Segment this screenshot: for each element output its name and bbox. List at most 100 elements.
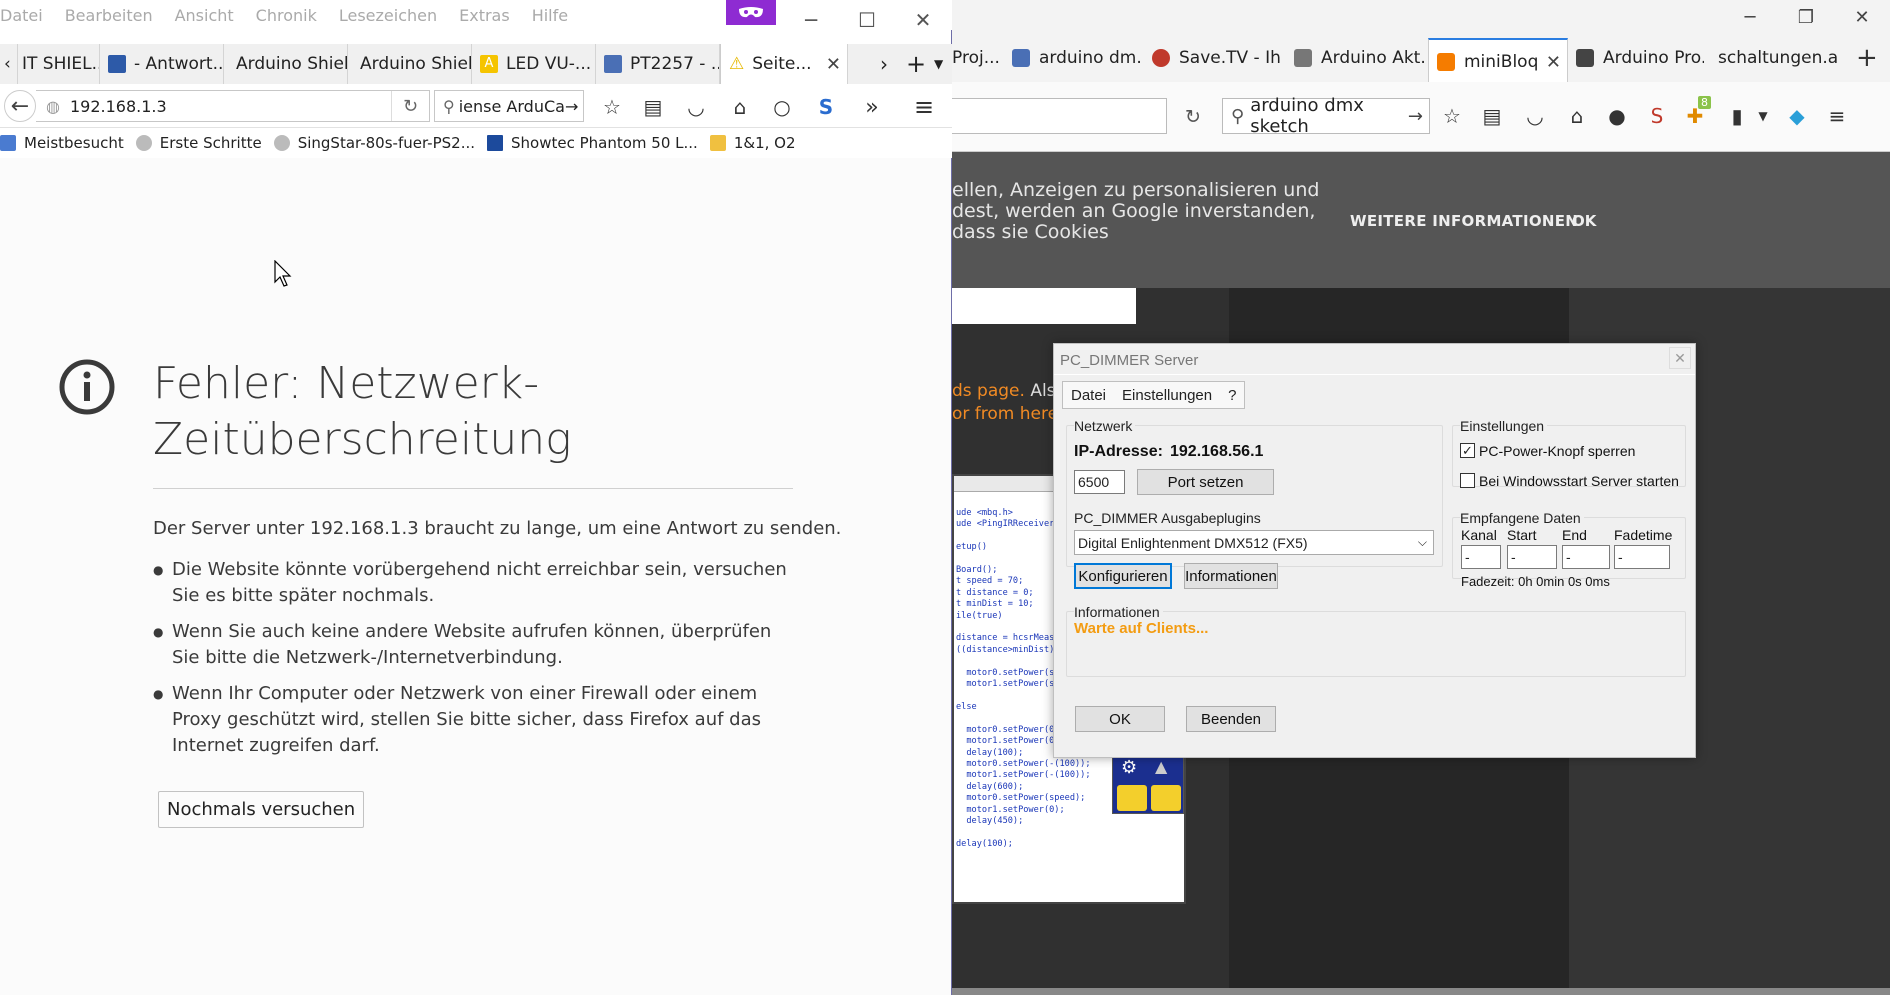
- menu-bearbeiten[interactable]: Bearbeiten: [65, 6, 153, 25]
- reload-icon[interactable]: ↻: [1178, 102, 1208, 132]
- reader-icon[interactable]: ▤: [1477, 100, 1507, 132]
- menu-datei[interactable]: Datei: [0, 6, 43, 25]
- bookmark-1und1[interactable]: 1&1, O2: [709, 134, 796, 152]
- globe-icon: [135, 135, 152, 151]
- minimize-icon[interactable]: ─: [783, 0, 839, 40]
- scroll-tabs-left-icon[interactable]: ‹: [0, 44, 18, 84]
- chat-icon[interactable]: ●: [1602, 100, 1632, 132]
- reader-list-icon[interactable]: ▤: [637, 92, 669, 122]
- menu-lesezeichen[interactable]: Lesezeichen: [339, 6, 437, 25]
- menu-einstellungen[interactable]: Einstellungen: [1114, 387, 1220, 404]
- home-icon[interactable]: ⌂: [724, 92, 756, 122]
- ix-icon: [604, 55, 622, 73]
- bg-tab-3[interactable]: Arduino Akt...: [1294, 42, 1426, 74]
- menu-extras[interactable]: Extras: [459, 6, 510, 25]
- tab-3[interactable]: Arduino Shiel...: [348, 44, 472, 84]
- retry-button[interactable]: Nochmals versuchen: [158, 791, 365, 828]
- menu-help[interactable]: ?: [1220, 387, 1244, 404]
- star-icon[interactable]: ☆: [596, 92, 628, 122]
- restore-icon[interactable]: ❐: [1778, 0, 1834, 34]
- downloads-link[interactable]: ds page.: [952, 381, 1025, 401]
- menu-datei[interactable]: Datei: [1063, 387, 1114, 404]
- bg-search-input[interactable]: ⚲ arduino dmx sketch →: [1222, 95, 1430, 137]
- bg-tab-0[interactable]: Proj...: [952, 42, 1000, 74]
- hamburger-menu-icon[interactable]: ≡: [908, 92, 940, 122]
- search-icon: ⚲: [443, 96, 455, 116]
- autostart-checkbox[interactable]: [1460, 473, 1475, 488]
- back-arrow-icon[interactable]: ←: [4, 90, 36, 122]
- list-item: Wenn Ihr Computer oder Netzwerk von eine…: [153, 681, 803, 759]
- information-button[interactable]: Informationen: [1184, 563, 1278, 589]
- bg-tab-2[interactable]: Save.TV - Ih...: [1152, 42, 1282, 74]
- new-tab-plus-icon[interactable]: +: [898, 44, 924, 84]
- dropdown-icon[interactable]: ▼: [1748, 100, 1778, 132]
- bg-tab-4-active[interactable]: miniBloq ✕: [1428, 38, 1568, 84]
- tab-2[interactable]: Arduino Shiel...: [224, 44, 348, 84]
- fadetime-field[interactable]: -: [1614, 545, 1670, 569]
- start-field[interactable]: -: [1507, 545, 1557, 569]
- power-button-lock-checkbox[interactable]: ✓: [1460, 443, 1475, 458]
- addon-s-icon[interactable]: S: [1642, 100, 1672, 132]
- plugins-label: PC_DIMMER Ausgabeplugins: [1074, 510, 1264, 526]
- maximize-icon[interactable]: ☐: [839, 0, 895, 40]
- scroll-tabs-right-icon[interactable]: ›: [872, 44, 898, 84]
- tab-5[interactable]: PT2257 - ...: [596, 44, 720, 84]
- star-icon[interactable]: ☆: [1437, 100, 1467, 132]
- addon-s-icon[interactable]: S: [810, 92, 842, 122]
- bg-url-bar[interactable]: [952, 98, 1167, 134]
- fadetime-value: -: [1618, 549, 1623, 565]
- bookmark-singstar[interactable]: SingStar-80s-fuer-PS2...: [273, 134, 475, 152]
- bg-new-tab-button[interactable]: +: [1856, 42, 1886, 74]
- addon-cloud-icon[interactable]: ◆: [1782, 100, 1812, 132]
- chat-bubble-icon[interactable]: ○: [766, 92, 798, 122]
- home-icon[interactable]: ⌂: [1562, 100, 1592, 132]
- close-icon[interactable]: ✕: [1834, 0, 1890, 34]
- url-bar[interactable]: ◍ 192.168.1.3 ↻: [36, 90, 430, 122]
- bg-search-value: arduino dmx sketch: [1250, 95, 1364, 137]
- minimize-icon[interactable]: ─: [1722, 0, 1778, 34]
- tab-6-active[interactable]: ⚠ Seite... ✕: [720, 44, 848, 84]
- tab-1[interactable]: - Antwort...: [100, 44, 224, 84]
- port-input[interactable]: 6500: [1074, 470, 1125, 494]
- bookmark-meistbesucht[interactable]: Meistbesucht: [0, 134, 124, 152]
- from-here-link[interactable]: from here.: [975, 404, 1064, 424]
- cookie-ok-button[interactable]: OK: [1572, 212, 1596, 230]
- received-data-label: Empfangene Daten: [1460, 510, 1584, 526]
- bookmark-showtec[interactable]: Showtec Phantom 50 L...: [487, 134, 698, 152]
- bg-tab-5[interactable]: Arduino Pro...: [1576, 42, 1704, 74]
- bg-tab-1[interactable]: arduino dm...: [1012, 42, 1142, 74]
- arrow-right-icon[interactable]: →: [565, 97, 578, 116]
- bg-tab-6[interactable]: schaltungen.at: [1718, 42, 1838, 74]
- menu-chronik[interactable]: Chronik: [256, 6, 317, 25]
- close-tab-icon[interactable]: ✕: [1546, 52, 1561, 73]
- close-icon[interactable]: ✕: [895, 0, 951, 40]
- set-port-button[interactable]: Port setzen: [1137, 469, 1274, 495]
- tab-label: Seite...: [752, 54, 812, 74]
- overflow-chevrons-icon[interactable]: »: [856, 92, 888, 122]
- close-icon[interactable]: ✕: [1669, 347, 1691, 369]
- reload-icon[interactable]: ↻: [391, 91, 429, 121]
- ok-button[interactable]: OK: [1075, 706, 1165, 732]
- kanal-field[interactable]: -: [1461, 545, 1501, 569]
- bookmark-erste-schritte[interactable]: Erste Schritte: [135, 134, 262, 152]
- end-field[interactable]: -: [1562, 545, 1610, 569]
- arrow-right-icon[interactable]: →: [1408, 106, 1423, 127]
- pocket-icon[interactable]: ◡: [1520, 100, 1550, 132]
- menu-hilfe[interactable]: Hilfe: [532, 6, 568, 25]
- search-input[interactable]: ⚲ iense ArduCa →: [434, 90, 584, 122]
- close-tab-icon[interactable]: ✕: [826, 54, 841, 75]
- configure-button[interactable]: Konfigurieren: [1074, 563, 1172, 589]
- ip-label: IP-Adresse:: [1074, 443, 1163, 460]
- tab-list-dropdown-icon[interactable]: ▼: [926, 44, 950, 84]
- tab-0[interactable]: IT SHIEL...: [18, 44, 100, 84]
- menu-ansicht[interactable]: Ansicht: [175, 6, 234, 25]
- quit-button[interactable]: Beenden: [1186, 706, 1276, 732]
- plugin-select[interactable]: Digital Enlightenment DMX512 (FX5) ⌵: [1074, 530, 1434, 555]
- tab-strip: ‹ IT SHIEL... - Antwort... Arduino Shiel…: [0, 44, 952, 84]
- pocket-icon[interactable]: ◡: [680, 92, 712, 122]
- addon-puzzle-icon[interactable]: ✚ 8: [1680, 96, 1711, 132]
- cookie-more-info-link[interactable]: WEITERE INFORMATIONEN: [1350, 212, 1578, 230]
- tab-4[interactable]: A LED VU-...: [472, 44, 596, 84]
- plugin-selected-value: Digital Enlightenment DMX512 (FX5): [1078, 534, 1308, 551]
- menu-icon[interactable]: ≡: [1822, 100, 1852, 132]
